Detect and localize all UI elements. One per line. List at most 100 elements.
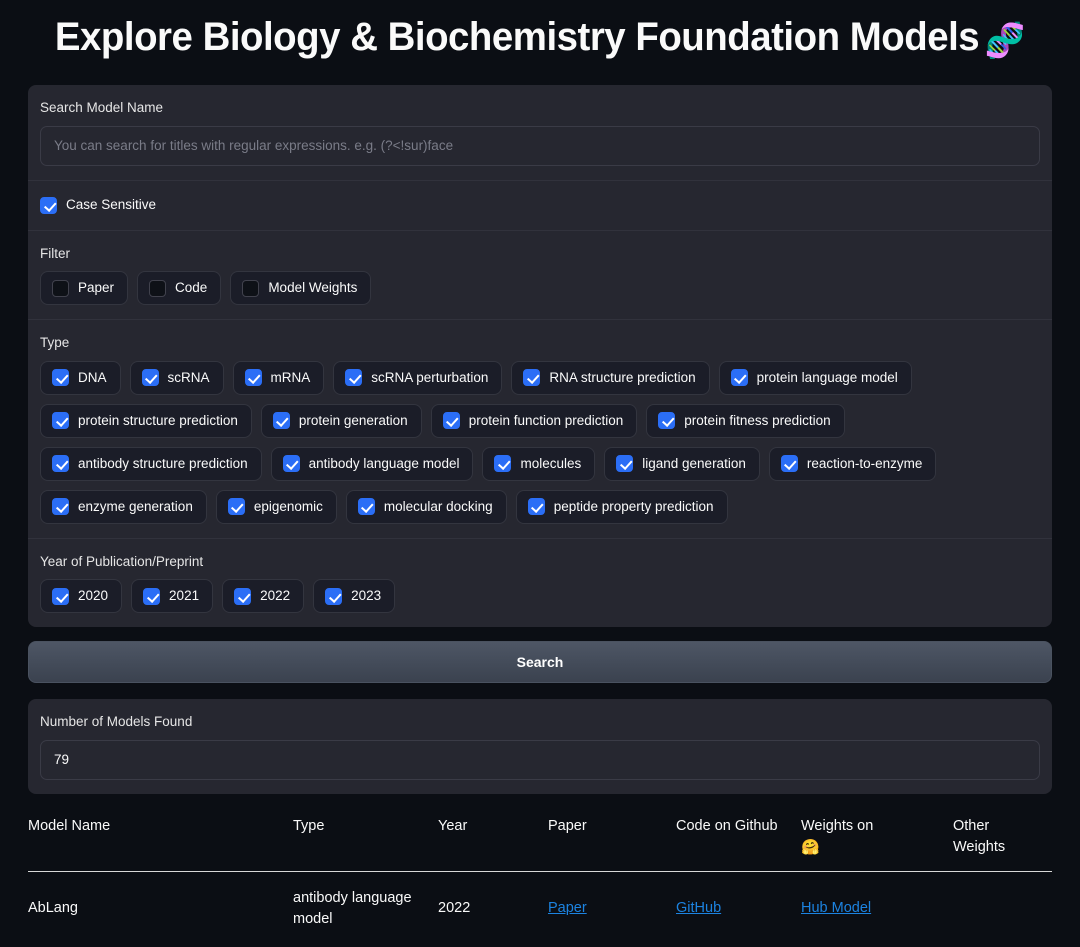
hub-model-link[interactable]: Hub Model [801, 900, 871, 916]
checkbox-icon-checked[interactable] [272, 412, 290, 430]
results-count-field[interactable] [40, 739, 1040, 780]
checkbox-icon-checked[interactable] [52, 455, 69, 473]
year-option-2023[interactable]: 2023 [313, 579, 396, 614]
year-option-2021[interactable]: 2021 [131, 579, 214, 614]
type-option-enzyme-generation[interactable]: enzyme generation [40, 489, 207, 524]
year-section: Year of Publication/Preprint 2020 2021 2… [28, 539, 1052, 628]
case-sensitive-label: Case Sensitive [66, 197, 157, 213]
search-form-card: Search Model Name Case Sensitive Filter … [28, 85, 1052, 628]
checkbox-icon-checked[interactable] [244, 369, 262, 387]
checkbox-icon-checked[interactable] [40, 196, 57, 214]
checkbox-icon-checked[interactable] [658, 412, 676, 430]
checkbox-icon-unchecked[interactable] [52, 279, 69, 297]
cell-type: antibody language model [293, 889, 412, 927]
table-header-row: Model Name Type Year Paper Code on Githu… [28, 816, 1052, 872]
type-option-molecular-docking[interactable]: molecular docking [345, 489, 507, 524]
checkbox-icon-checked[interactable] [523, 369, 541, 387]
type-option-label: ligand generation [642, 455, 746, 471]
checkbox-icon-checked[interactable] [52, 498, 69, 516]
checkbox-icon-checked[interactable] [234, 587, 252, 605]
filter-option-paper[interactable]: Paper [40, 271, 129, 306]
checkbox-icon-checked[interactable] [357, 498, 375, 516]
search-name-label: Search Model Name [40, 100, 164, 116]
checkbox-icon-unchecked[interactable] [149, 279, 167, 297]
type-option-protein-language-model[interactable]: protein language model [718, 360, 912, 395]
year-option-label: 2023 [351, 588, 382, 604]
paper-link[interactable]: Paper [548, 900, 587, 916]
type-option-ligand-generation[interactable]: ligand generation [604, 446, 760, 481]
type-option-label: molecular docking [383, 498, 493, 514]
type-option-scrna-perturbation[interactable]: scRNA perturbation [333, 360, 503, 395]
cell-paper: Paper [548, 871, 676, 946]
filter-option-label: Paper [78, 280, 115, 296]
type-option-peptide-property-prediction[interactable]: peptide property prediction [515, 489, 728, 524]
type-option-label: enzyme generation [78, 498, 193, 514]
checkbox-icon-checked[interactable] [52, 369, 69, 387]
page-title: Explore Biology & Biochemistry Foundatio… [22, 14, 1059, 61]
dna-emoji: 🧬 [984, 22, 1026, 60]
checkbox-icon-checked[interactable] [52, 587, 69, 605]
type-section: Type DNA scRNA mRNA scRNA perturbation R… [28, 320, 1052, 539]
checkbox-icon-checked[interactable] [325, 587, 343, 605]
models-table-head: Model Name Type Year Paper Code on Githu… [28, 816, 1052, 872]
type-option-label: protein function prediction [468, 412, 624, 428]
type-option-scrna[interactable]: scRNA [129, 360, 224, 395]
type-option-label: scRNA [167, 369, 210, 385]
search-button[interactable]: Search [28, 641, 1052, 684]
results-label: Number of Models Found [40, 714, 193, 730]
checkbox-icon-checked[interactable] [141, 369, 159, 387]
type-option-dna[interactable]: DNA [40, 360, 121, 395]
column-header-paper: Paper [548, 817, 587, 834]
checkbox-icon-checked[interactable] [780, 455, 798, 473]
checkbox-icon-checked[interactable] [616, 455, 634, 473]
column-header-weights-on-huggingface: Weights on 🤗 [801, 816, 953, 872]
cell-year: 2022 [438, 900, 471, 917]
type-option-label: antibody language model [308, 455, 460, 471]
case-sensitive-section: Case Sensitive [28, 181, 1052, 231]
checkbox-icon-checked[interactable] [52, 412, 69, 430]
type-option-label: molecules [520, 455, 582, 471]
table-row: AbLang antibody language model 2022 Pape… [28, 871, 1052, 946]
search-name-section: Search Model Name [28, 85, 1052, 181]
year-options: 2020 2021 2022 2023 [40, 579, 1040, 614]
column-header-type: Type [293, 817, 325, 834]
checkbox-icon-checked[interactable] [345, 369, 363, 387]
type-option-epigenomic[interactable]: epigenomic [215, 489, 337, 524]
type-option-label: mRNA [270, 369, 311, 385]
cell-other-weights [953, 871, 1052, 946]
filter-option-code[interactable]: Code [137, 271, 222, 306]
type-option-label: antibody structure prediction [78, 455, 248, 471]
checkbox-icon-checked[interactable] [442, 412, 460, 430]
column-header-year: Year [438, 817, 468, 834]
checkbox-icon-unchecked[interactable] [242, 279, 260, 297]
type-option-mrna[interactable]: mRNA [232, 360, 325, 395]
type-option-label: scRNA perturbation [371, 369, 489, 385]
year-option-2020[interactable]: 2020 [40, 579, 123, 614]
year-option-2022[interactable]: 2022 [222, 579, 305, 614]
filter-option-label: Model Weights [268, 280, 358, 296]
checkbox-icon-checked[interactable] [494, 455, 512, 473]
checkbox-icon-checked[interactable] [143, 587, 161, 605]
type-option-protein-fitness-prediction[interactable]: protein fitness prediction [646, 403, 845, 438]
type-option-protein-structure-prediction[interactable]: protein structure prediction [40, 403, 252, 438]
type-options: DNA scRNA mRNA scRNA perturbation RNA st… [40, 360, 1040, 524]
models-table: Model Name Type Year Paper Code on Githu… [28, 816, 1052, 946]
checkbox-icon-checked[interactable] [282, 455, 300, 473]
checkbox-icon-checked[interactable] [527, 498, 545, 516]
github-link[interactable]: GitHub [676, 900, 721, 916]
checkbox-icon-checked[interactable] [227, 498, 245, 516]
app-root: Explore Biology & Biochemistry Foundatio… [0, 0, 1080, 947]
type-option-protein-function-prediction[interactable]: protein function prediction [430, 403, 638, 438]
case-sensitive-checkbox[interactable]: Case Sensitive [40, 195, 1040, 216]
type-option-antibody-language-model[interactable]: antibody language model [270, 446, 474, 481]
checkbox-icon-checked[interactable] [730, 369, 748, 387]
type-option-molecules[interactable]: molecules [482, 446, 596, 481]
search-input[interactable] [40, 125, 1040, 166]
filter-option-model-weights[interactable]: Model Weights [230, 271, 372, 306]
type-option-reaction-to-enzyme[interactable]: reaction-to-enzyme [768, 446, 937, 481]
year-option-label: 2020 [78, 588, 109, 604]
type-option-rna-structure-prediction[interactable]: RNA structure prediction [511, 360, 710, 395]
type-option-label: protein structure prediction [78, 412, 238, 428]
type-option-antibody-structure-prediction[interactable]: antibody structure prediction [40, 446, 262, 481]
type-option-protein-generation[interactable]: protein generation [260, 403, 422, 438]
